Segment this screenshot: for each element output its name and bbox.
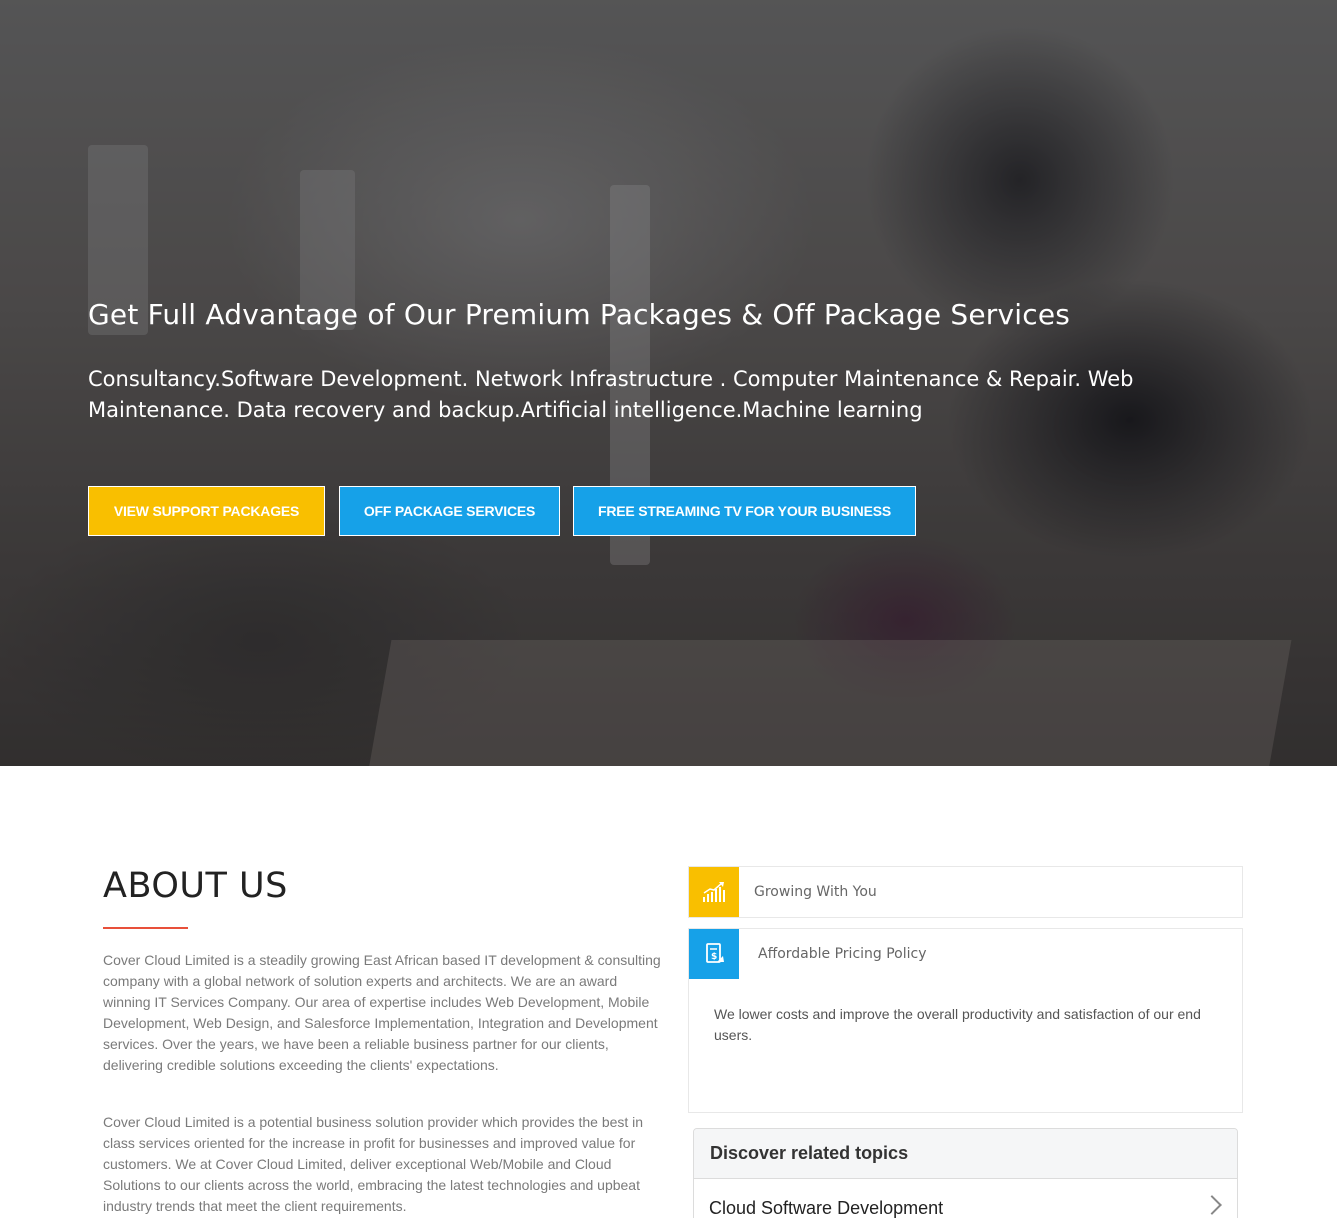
about-paragraph: Cover Cloud Limited is a potential busin…: [103, 1114, 644, 1214]
about-title: ABOUT US: [103, 866, 288, 906]
hero-title: Get Full Advantage of Our Premium Packag…: [88, 298, 1071, 331]
feature-body-text: We lower costs and improve the overall p…: [714, 1006, 1201, 1043]
growth-chart-icon: [689, 867, 739, 917]
feature-affordable-pricing[interactable]: $ Affordable Pricing Policy: [688, 928, 1243, 980]
feature-label: Growing With You: [754, 884, 877, 900]
topic-label: Cloud Software Development: [709, 1197, 944, 1218]
free-streaming-tv-button[interactable]: FREE STREAMING TV FOR YOUR BUSINESS: [573, 486, 916, 536]
feature-growing-with-you[interactable]: Growing With You: [688, 866, 1243, 918]
topic-cloud-software-development[interactable]: Cloud Software Development: [694, 1179, 1237, 1218]
feature-label: Affordable Pricing Policy: [758, 946, 927, 962]
price-tag-icon: $: [689, 929, 739, 979]
discover-related-topics-card: Discover related topics Cloud Software D…: [693, 1128, 1238, 1218]
about-title-underline: [103, 927, 188, 929]
discover-heading: Discover related topics: [694, 1129, 1237, 1179]
hero-subtitle: Consultancy.Software Development. Networ…: [88, 367, 1134, 422]
off-package-services-button[interactable]: OFF PACKAGE SERVICES: [339, 486, 560, 536]
view-support-packages-button[interactable]: VIEW SUPPORT PACKAGES: [88, 486, 325, 536]
about-paragraph: Cover Cloud Limited is a steadily growin…: [103, 952, 661, 1073]
svg-text:$: $: [711, 952, 717, 962]
chevron-right-icon: [1202, 1195, 1222, 1215]
feature-expanded-panel: We lower costs and improve the overall p…: [688, 979, 1243, 1113]
hero-section: Get Full Advantage of Our Premium Packag…: [0, 0, 1337, 766]
